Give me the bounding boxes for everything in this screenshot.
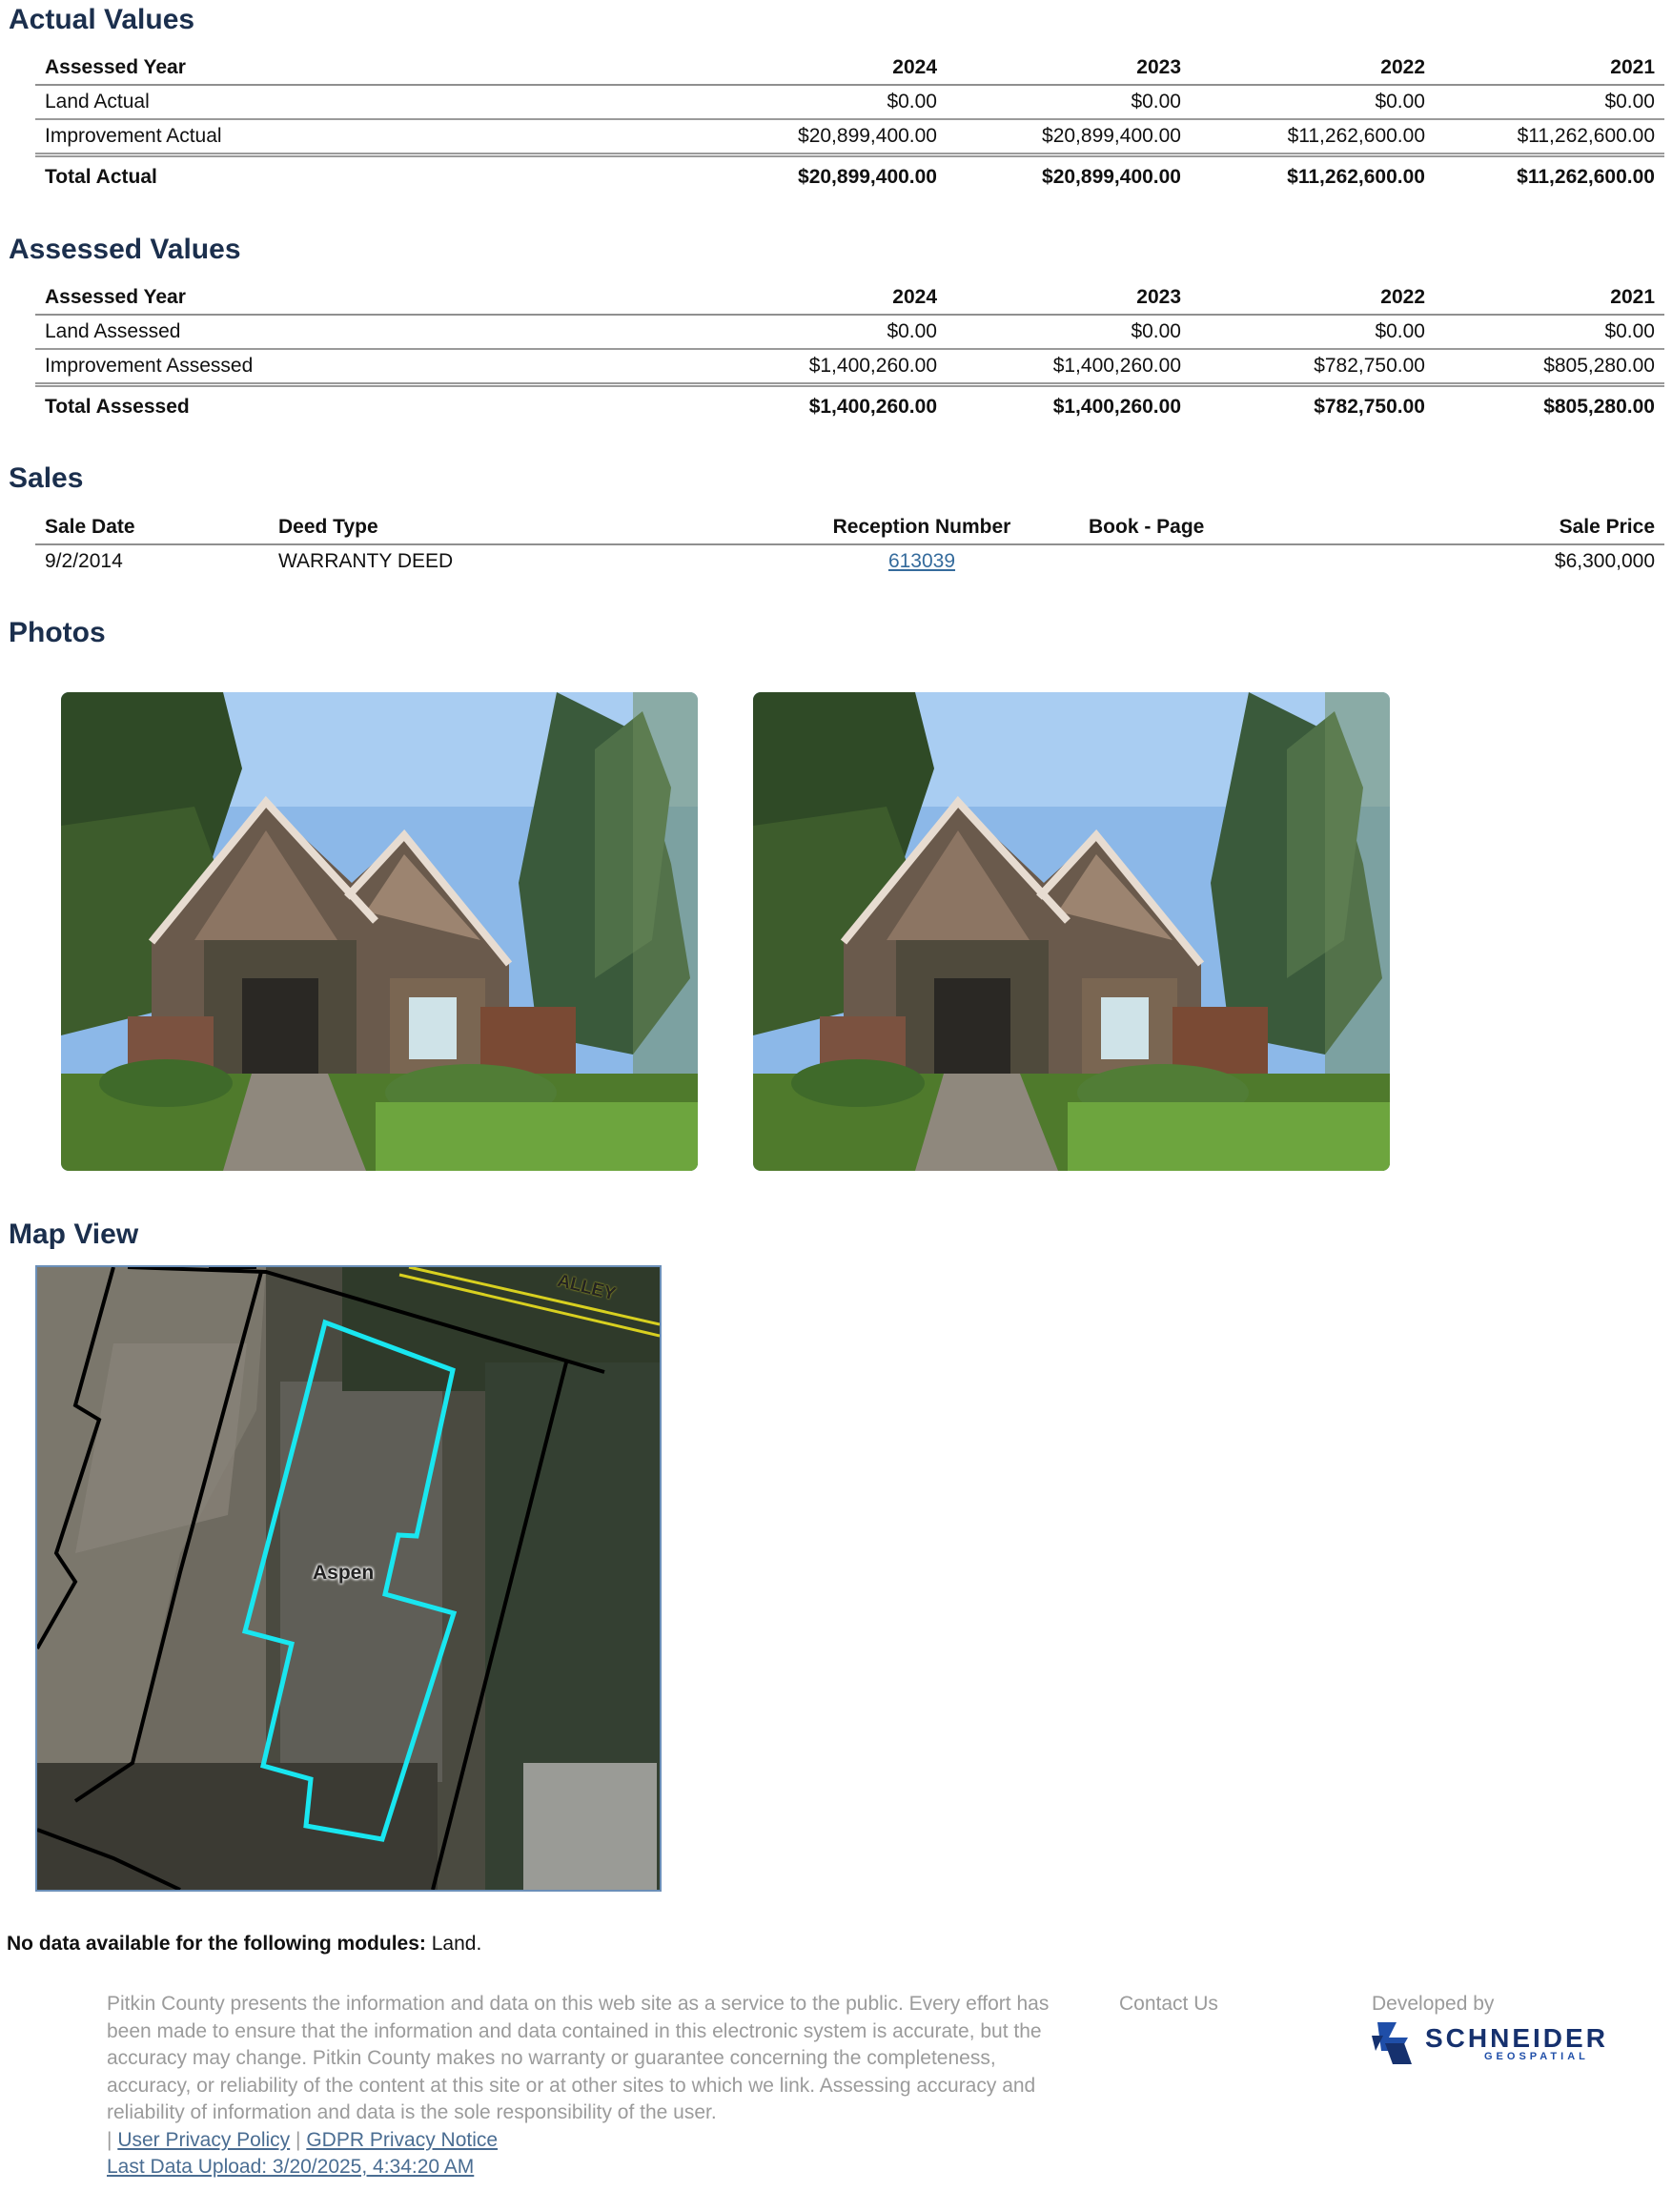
book-page [1079,544,1413,578]
table-cell: $0.00 [947,315,1191,350]
footer-developer: Developed by SCHNEIDER GEOSPATIAL [1372,1991,1620,2068]
table-row: Improvement Assessed $1,400,260.00 $1,40… [35,349,1664,387]
house-photo-image [61,692,698,1171]
sales-title: Sales [9,462,84,494]
map-view-title: Map View [9,1219,139,1250]
sale-date: 9/2/2014 [45,550,123,572]
schneider-logo[interactable]: SCHNEIDER GEOSPATIAL [1372,2020,1620,2068]
table-cell: $11,262,600.00 [1191,119,1435,157]
table-cell: $11,262,600.00 [1517,166,1655,188]
total-row: Total Actual $20,899,400.00 $20,899,400.… [35,155,1664,198]
column-header: 2022 [1191,51,1435,86]
schneider-logo-icon [1372,2021,1412,2064]
assessed-values-title: Assessed Values [9,234,241,265]
table-row: 9/2/2014 WARRANTY DEED 613039 $6,300,000 [35,544,1664,578]
column-header: 2021 [1435,280,1664,316]
sale-price: $6,300,000 [1554,550,1655,572]
gdpr-privacy-notice-link[interactable]: GDPR Privacy Notice [306,2129,498,2151]
column-header: Assessed Year [35,280,703,316]
user-privacy-policy-link[interactable]: User Privacy Policy [117,2129,290,2151]
footer-disclaimer-block: Pitkin County presents the information a… [107,1991,1050,2181]
row-label: Land Assessed [35,315,703,350]
actual-values-title: Actual Values [9,4,195,35]
schneider-brand-sub: GEOSPATIAL [1484,2050,1589,2062]
table-header-row: Sale Date Deed Type Reception Number Boo… [35,510,1664,545]
table-cell: $0.00 [703,315,947,350]
table-header-row: Assessed Year 2024 2023 2022 2021 [35,51,1664,86]
column-header: Deed Type [269,510,765,545]
row-label: Improvement Actual [35,119,703,157]
assessed-values-table: Assessed Year 2024 2023 2022 2021 Land A… [35,280,1664,427]
column-header: Assessed Year [35,51,703,86]
table-cell: $0.00 [1435,315,1664,350]
table-cell: $11,262,600.00 [1435,119,1664,157]
table-cell: $782,750.00 [1314,396,1425,418]
link-separator: | [107,2128,112,2151]
table-cell: $1,400,260.00 [808,396,937,418]
house-photo-image [753,692,1390,1171]
table-cell: $805,280.00 [1543,396,1655,418]
table-cell: $11,262,600.00 [1287,166,1425,188]
last-data-upload-link[interactable]: Last Data Upload: 3/20/2025, 4:34:20 AM [107,2156,474,2178]
table-cell: $1,400,260.00 [947,349,1191,387]
parcel-map[interactable]: ALLEY Aspen [35,1265,662,1892]
schneider-brand-name: SCHNEIDER [1425,2022,1608,2053]
table-row: Land Assessed $0.00 $0.00 $0.00 $0.00 [35,315,1664,350]
developed-by-label: Developed by [1372,1993,1495,2015]
sales-table: Sale Date Deed Type Reception Number Boo… [35,510,1664,578]
table-cell: $20,899,400.00 [798,166,937,188]
row-label: Land Actual [35,85,703,120]
table-cell: $20,899,400.00 [947,119,1191,157]
table-cell: $0.00 [1191,85,1435,120]
table-cell: $805,280.00 [1435,349,1664,387]
column-header: 2023 [947,280,1191,316]
column-header: 2024 [703,51,947,86]
column-header: Reception Number [765,510,1079,545]
property-photo-1[interactable] [61,692,698,1171]
reception-number-link[interactable]: 613039 [888,550,955,572]
column-header: 2021 [1435,51,1664,86]
table-cell: $0.00 [1191,315,1435,350]
table-cell: $0.00 [703,85,947,120]
row-label: Improvement Assessed [35,349,703,387]
table-row: Improvement Actual $20,899,400.00 $20,89… [35,119,1664,157]
footer-contact: Contact Us [1119,1991,1218,2018]
column-header: 2023 [947,51,1191,86]
table-cell: $1,400,260.00 [703,349,947,387]
no-data-label: No data available for the following modu… [7,1933,426,1955]
column-header: Sale Price [1413,510,1664,545]
disclaimer-text: Pitkin County presents the information a… [107,1993,1050,2123]
column-header: Sale Date [35,510,269,545]
table-cell: $20,899,400.00 [1042,166,1181,188]
contact-us-link[interactable]: Contact Us [1119,1993,1218,2015]
no-data-message: No data available for the following modu… [7,1933,481,1956]
table-cell: $20,899,400.00 [703,119,947,157]
footer-links: | User Privacy Policy | GDPR Privacy Not… [107,2127,1050,2155]
row-label: Total Assessed [45,396,190,418]
table-cell: $1,400,260.00 [1052,396,1181,418]
column-header: 2022 [1191,280,1435,316]
actual-values-table: Assessed Year 2024 2023 2022 2021 Land A… [35,51,1664,197]
table-header-row: Assessed Year 2024 2023 2022 2021 [35,280,1664,316]
table-cell: $782,750.00 [1191,349,1435,387]
reception-number-cell: 613039 [765,544,1079,578]
link-separator: | [296,2128,301,2151]
map-label-aspen: Aspen [313,1562,375,1584]
photos-title: Photos [9,617,106,648]
total-row: Total Assessed $1,400,260.00 $1,400,260.… [35,385,1664,428]
table-cell: $0.00 [947,85,1191,120]
row-label: Total Actual [45,166,157,188]
column-header: 2024 [703,280,947,316]
column-header: Book - Page [1079,510,1413,545]
table-cell: $0.00 [1435,85,1664,120]
table-row: Land Actual $0.00 $0.00 $0.00 $0.00 [35,85,1664,120]
property-photo-2[interactable] [753,692,1390,1171]
no-data-modules: Land. [431,1933,482,1955]
deed-type: WARRANTY DEED [278,550,454,572]
